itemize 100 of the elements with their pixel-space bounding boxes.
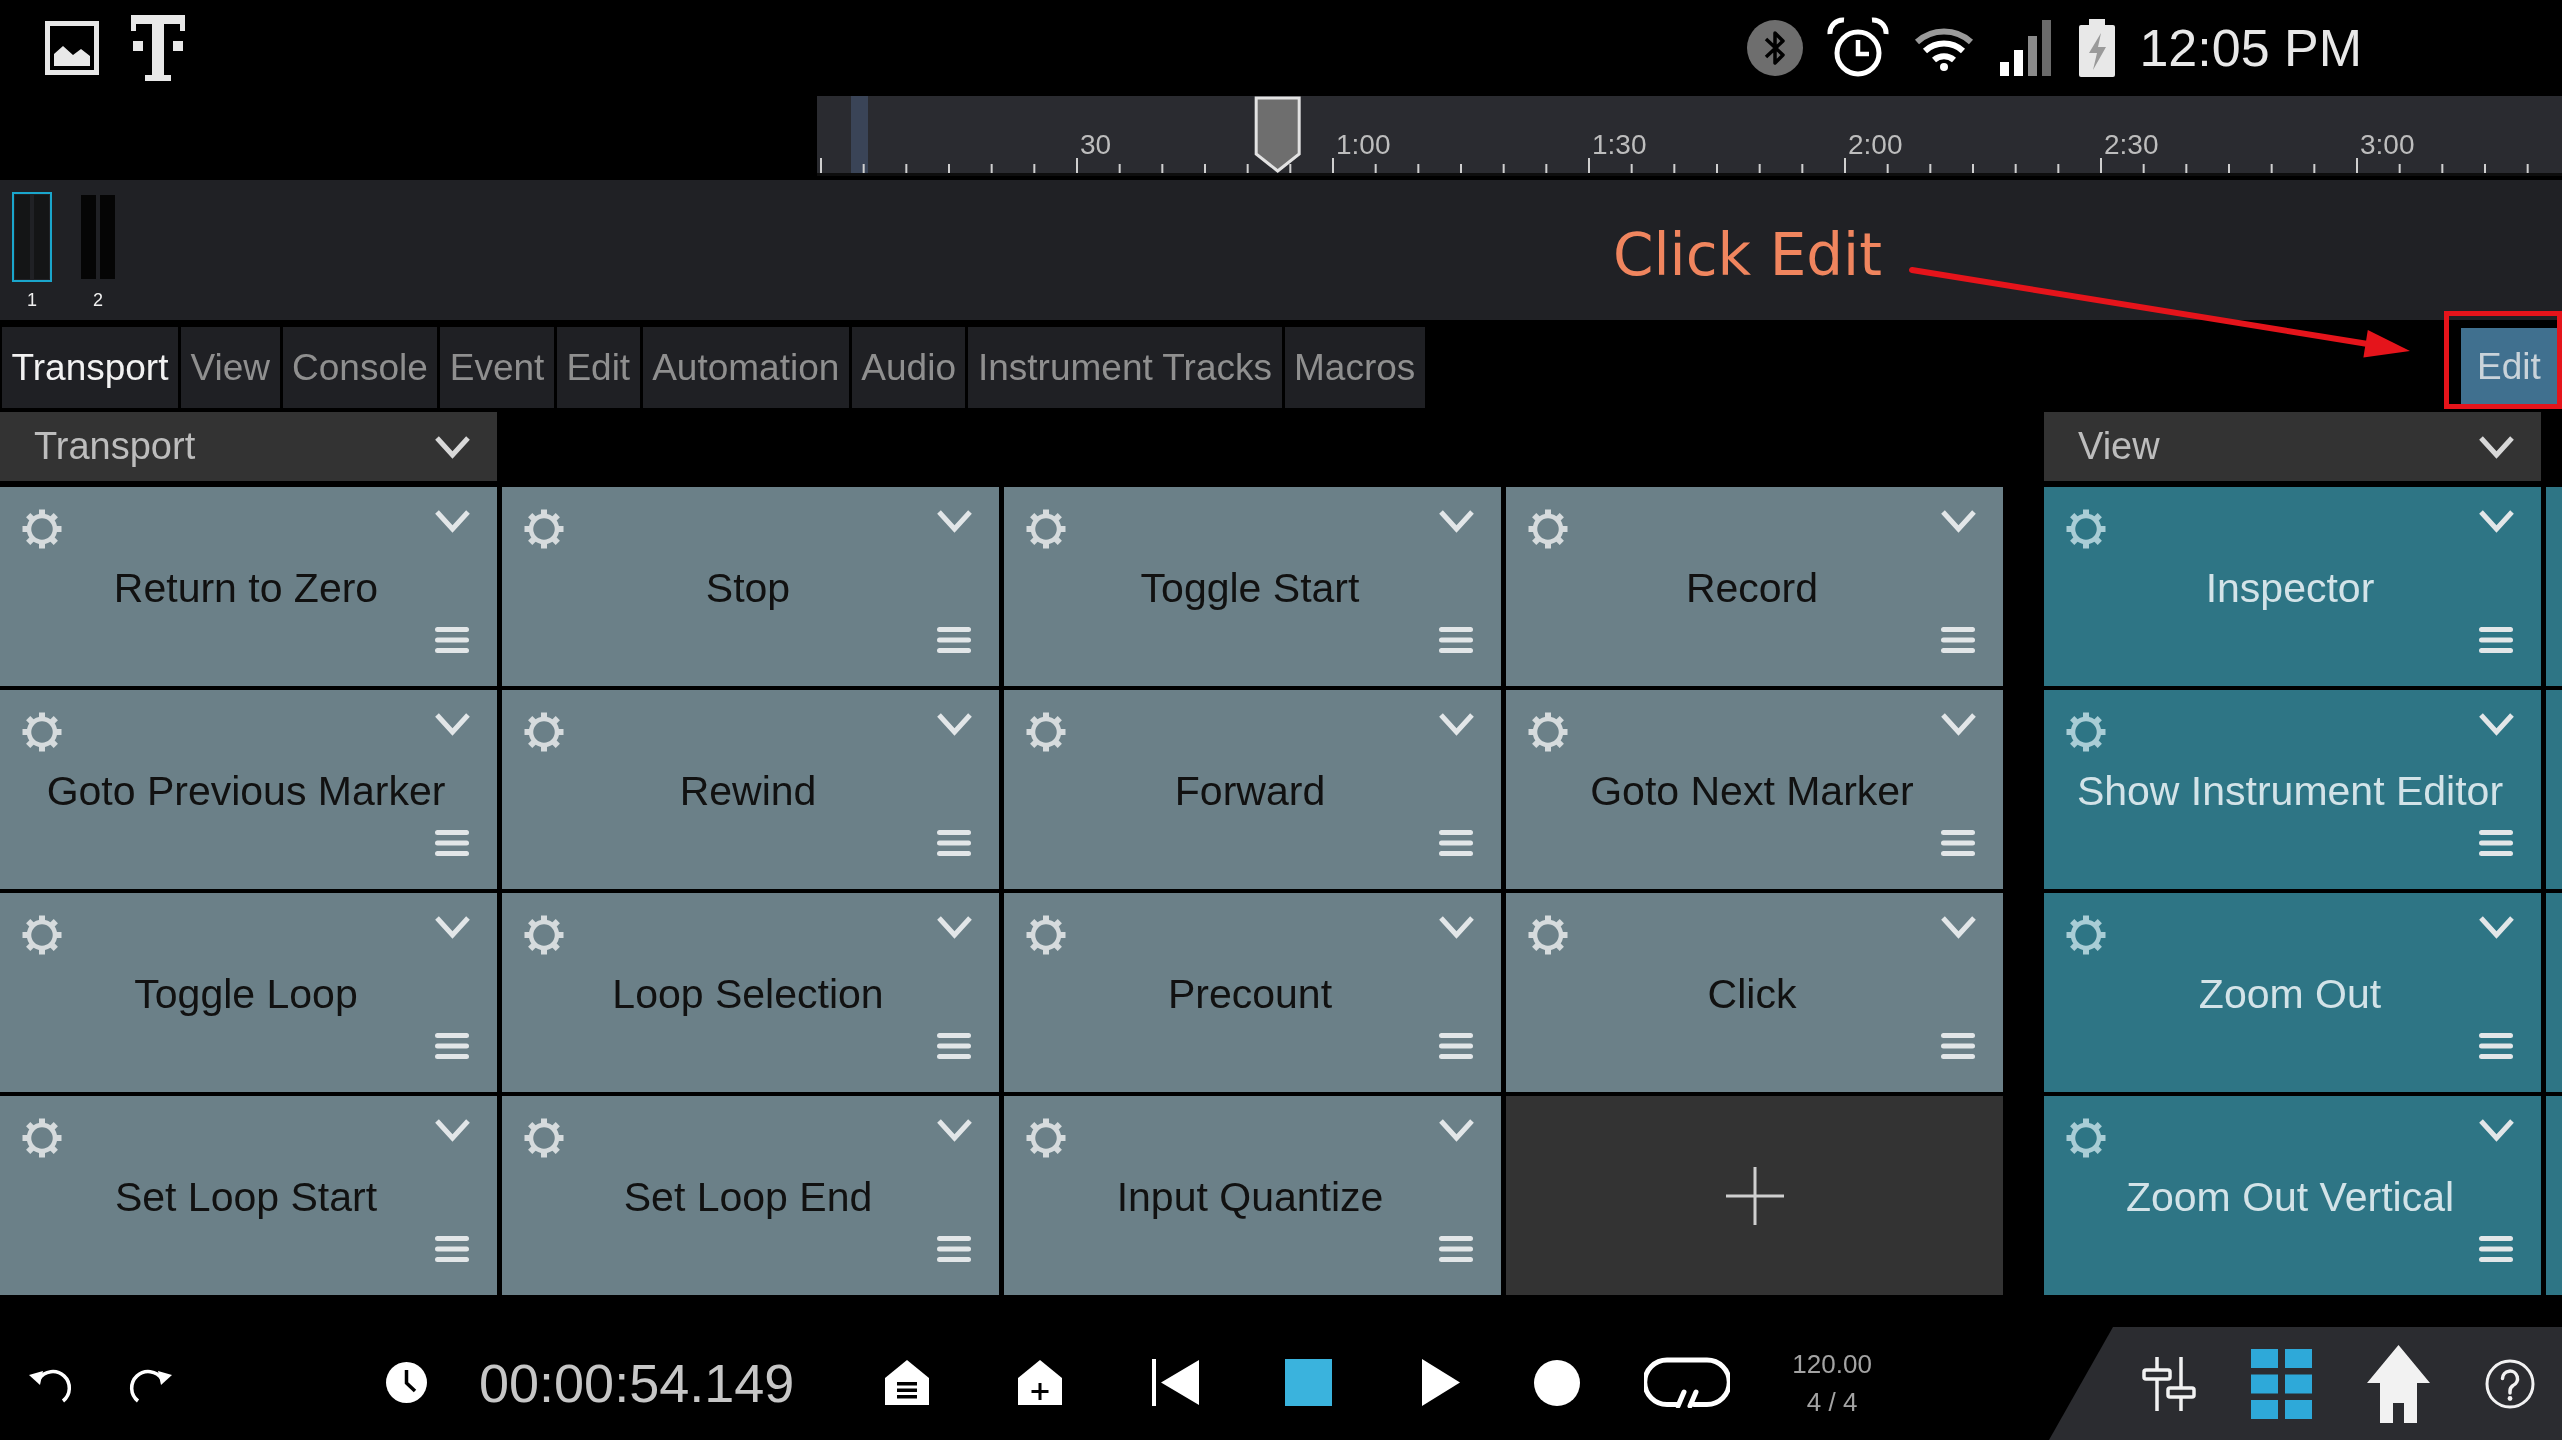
tab[interactable]: Event — [440, 327, 554, 408]
tab[interactable]: View — [180, 327, 280, 408]
menu-icon[interactable] — [435, 627, 469, 653]
panel-dropdown[interactable]: Transport — [0, 412, 497, 481]
tab[interactable]: Audio — [851, 327, 966, 408]
gear-icon[interactable] — [523, 711, 565, 753]
action-tile[interactable]: Forward — [1004, 690, 1501, 889]
action-tile[interactable]: Goto Previous Marker — [0, 690, 497, 889]
menu-icon[interactable] — [1439, 627, 1473, 653]
grid-icon[interactable] — [2251, 1348, 2312, 1419]
menu-icon[interactable] — [937, 1236, 971, 1262]
gear-icon[interactable] — [21, 711, 63, 753]
action-tile[interactable]: Stop — [502, 487, 999, 686]
menu-icon[interactable] — [1439, 830, 1473, 856]
chevron-down-icon[interactable] — [2478, 1117, 2515, 1143]
help-icon[interactable] — [2485, 1358, 2535, 1409]
track-meter[interactable] — [12, 192, 52, 282]
menu-icon[interactable] — [1439, 1033, 1473, 1059]
play-icon[interactable] — [1422, 1359, 1461, 1406]
menu-icon[interactable] — [2479, 1236, 2513, 1262]
tab[interactable]: Instrument Tracks — [968, 327, 1282, 408]
chevron-down-icon[interactable] — [936, 711, 973, 737]
menu-icon[interactable] — [435, 830, 469, 856]
menu-icon[interactable] — [435, 1236, 469, 1262]
skip-back-icon[interactable] — [1152, 1359, 1200, 1406]
action-tile[interactable]: Rewind — [502, 690, 999, 889]
panel-dropdown[interactable]: View — [2044, 412, 2541, 481]
chevron-down-icon[interactable] — [1438, 914, 1475, 940]
chevron-down-icon[interactable] — [1438, 508, 1475, 534]
gear-icon[interactable] — [21, 1117, 63, 1159]
chevron-down-icon[interactable] — [936, 1117, 973, 1143]
timeline-ruler[interactable]: 30 1:00 1:30 2:00 2:30 3:00 — [817, 96, 2562, 176]
chevron-down-icon[interactable] — [936, 508, 973, 534]
sliders-icon[interactable] — [2140, 1356, 2196, 1411]
gear-icon[interactable] — [21, 914, 63, 956]
chevron-down-icon[interactable] — [434, 508, 471, 534]
menu-icon[interactable] — [937, 830, 971, 856]
menu-icon[interactable] — [435, 1033, 469, 1059]
menu-icon[interactable] — [937, 1033, 971, 1059]
gear-icon[interactable] — [21, 508, 63, 550]
stop-icon[interactable] — [1285, 1359, 1333, 1406]
gear-icon[interactable] — [2065, 711, 2107, 753]
menu-icon[interactable] — [1941, 1033, 1975, 1059]
action-tile[interactable]: Loop Selection — [502, 893, 999, 1092]
action-tile[interactable]: Inspector — [2044, 487, 2541, 686]
menu-icon[interactable] — [2479, 627, 2513, 653]
menu-icon[interactable] — [937, 627, 971, 653]
action-tile[interactable]: Input Quantize — [1004, 1096, 1501, 1295]
chevron-down-icon[interactable] — [1940, 711, 1977, 737]
tab[interactable]: Console — [282, 327, 438, 408]
tag-lines-icon[interactable] — [884, 1359, 931, 1406]
gear-icon[interactable] — [1527, 914, 1569, 956]
chevron-down-icon[interactable] — [2478, 711, 2515, 737]
menu-icon[interactable] — [2479, 830, 2513, 856]
gear-icon[interactable] — [2065, 1117, 2107, 1159]
action-tile[interactable]: Set Loop Start — [0, 1096, 497, 1295]
action-tile[interactable]: Goto Next Marker — [1506, 690, 2003, 889]
tab[interactable]: Automation — [642, 327, 849, 408]
track-meter[interactable] — [78, 192, 118, 282]
action-tile[interactable]: Toggle Loop — [0, 893, 497, 1092]
tab[interactable]: Transport — [2, 327, 178, 408]
action-tile[interactable]: Zoom Out Vertical — [2044, 1096, 2541, 1295]
chevron-down-icon[interactable] — [434, 914, 471, 940]
tag-plus-icon[interactable] — [1017, 1359, 1064, 1406]
gear-icon[interactable] — [1025, 508, 1067, 550]
menu-icon[interactable] — [2479, 1033, 2513, 1059]
menu-icon[interactable] — [1439, 1236, 1473, 1262]
action-tile[interactable]: Click — [1506, 893, 2003, 1092]
home-icon[interactable] — [2367, 1344, 2430, 1423]
edit-button[interactable]: Edit — [2461, 328, 2557, 406]
gear-icon[interactable] — [2065, 508, 2107, 550]
gallery-icon[interactable] — [45, 21, 99, 75]
chevron-down-icon[interactable] — [1438, 711, 1475, 737]
menu-icon[interactable] — [1941, 627, 1975, 653]
gear-icon[interactable] — [1527, 711, 1569, 753]
chevron-down-icon[interactable] — [2478, 508, 2515, 534]
gear-icon[interactable] — [523, 914, 565, 956]
action-tile[interactable]: Zoom Out — [2044, 893, 2541, 1092]
action-tile[interactable]: Record — [1506, 487, 2003, 686]
chevron-down-icon[interactable] — [1438, 1117, 1475, 1143]
gear-icon[interactable] — [1025, 711, 1067, 753]
chevron-down-icon[interactable] — [1940, 914, 1977, 940]
chevron-down-icon[interactable] — [2478, 914, 2515, 940]
gear-icon[interactable] — [2065, 914, 2107, 956]
chevron-down-icon[interactable] — [936, 914, 973, 940]
gear-icon[interactable] — [523, 1117, 565, 1159]
action-tile[interactable]: Return to Zero — [0, 487, 497, 686]
record-icon[interactable] — [1534, 1359, 1581, 1406]
action-tile[interactable]: Precount — [1004, 893, 1501, 1092]
action-tile[interactable]: Show Instrument Editor — [2044, 690, 2541, 889]
gear-icon[interactable] — [1527, 508, 1569, 550]
gear-icon[interactable] — [1025, 1117, 1067, 1159]
tab[interactable]: Edit — [556, 327, 640, 408]
chevron-down-icon[interactable] — [434, 1117, 471, 1143]
gear-icon[interactable] — [1025, 914, 1067, 956]
menu-icon[interactable] — [1941, 830, 1975, 856]
gear-icon[interactable] — [523, 508, 565, 550]
action-tile[interactable]: Toggle Start — [1004, 487, 1501, 686]
action-tile[interactable]: Set Loop End — [502, 1096, 999, 1295]
chevron-down-icon[interactable] — [434, 711, 471, 737]
